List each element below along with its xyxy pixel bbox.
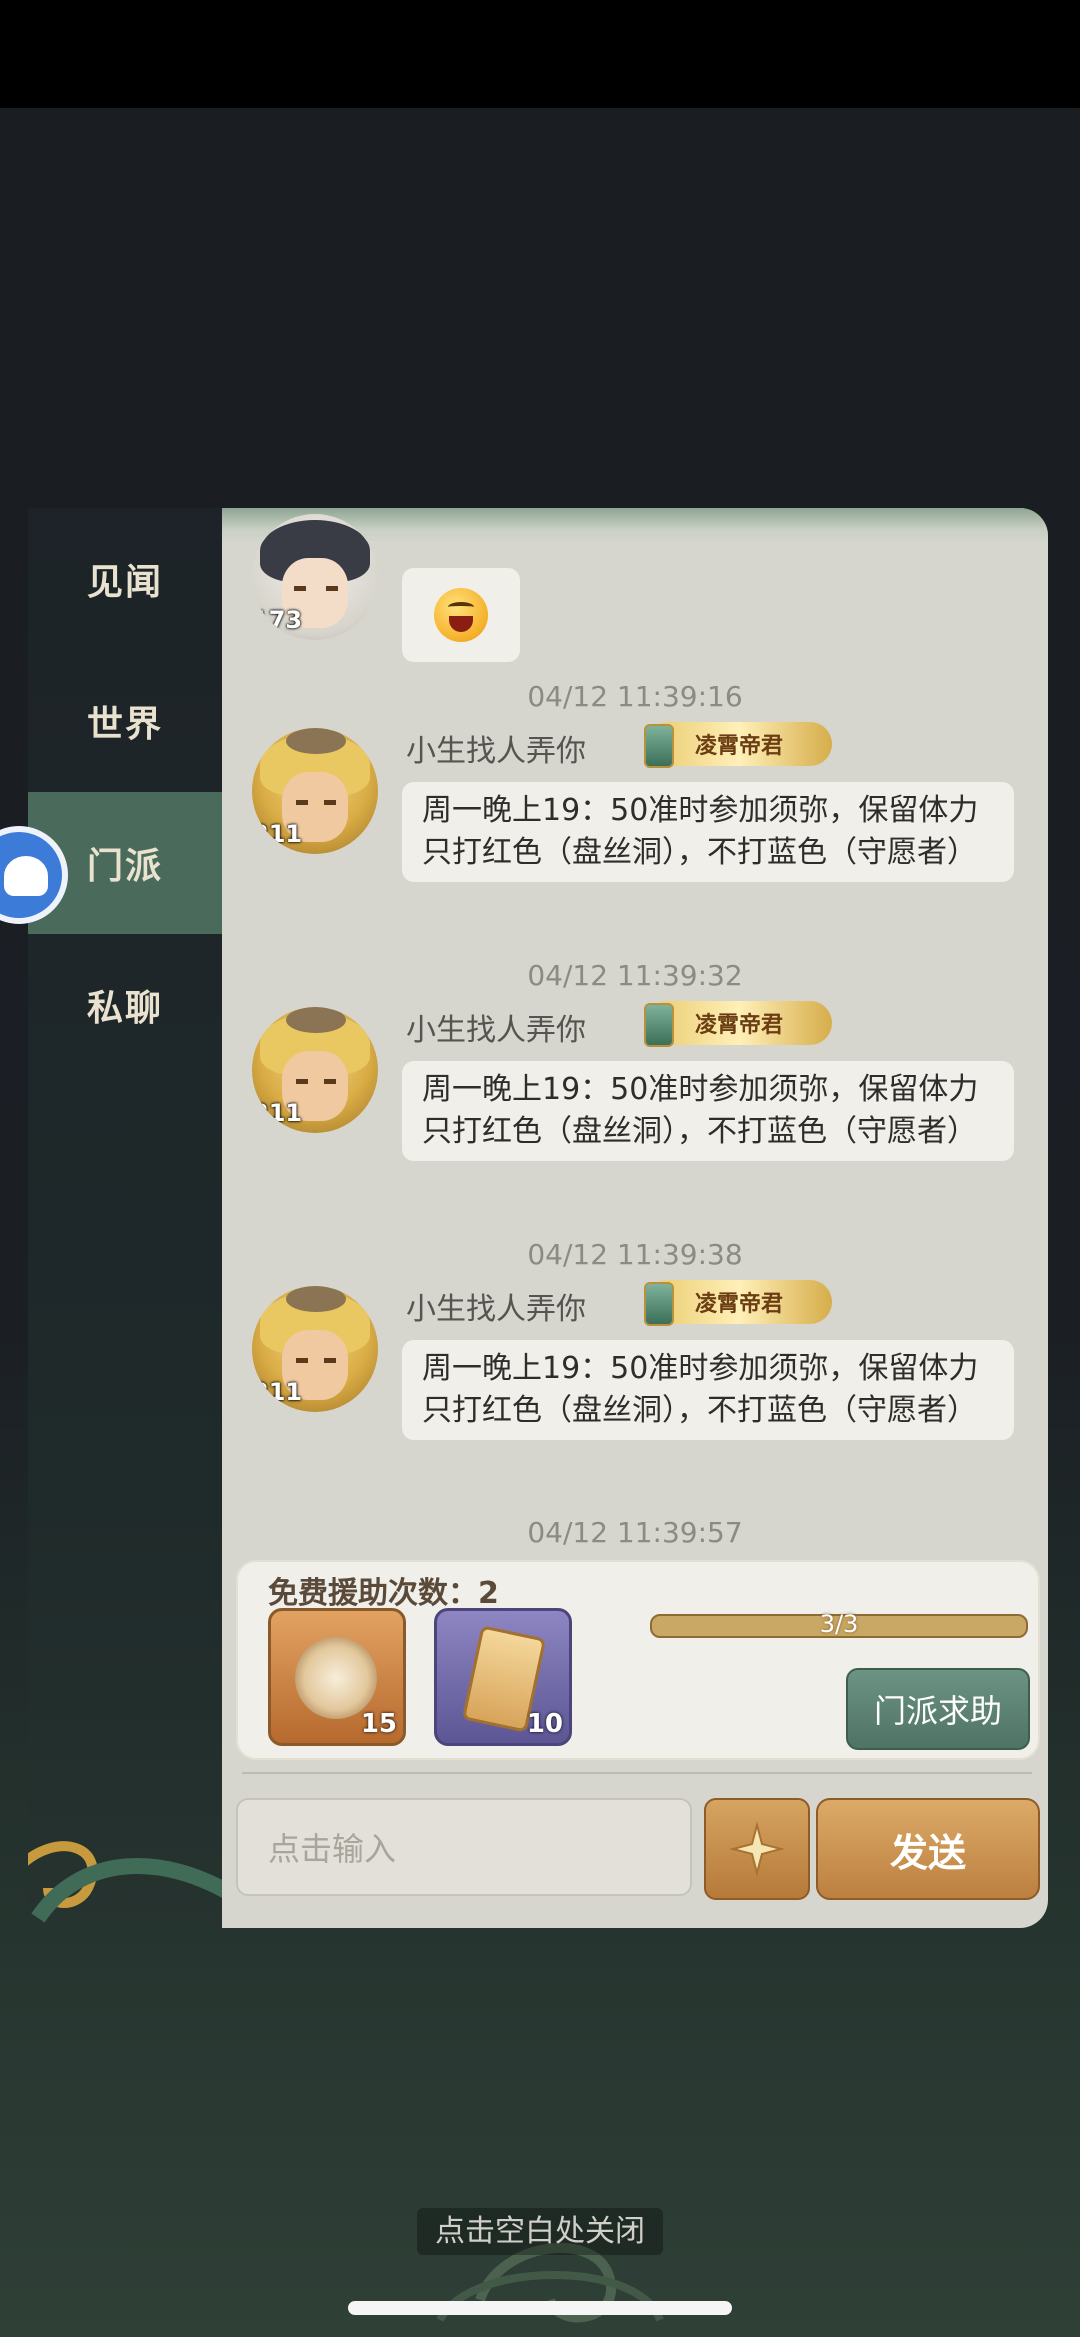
send-button[interactable]: 发送 [816,1798,1040,1900]
level-badge: 173 [252,606,303,634]
wave-decoration [28,1841,238,1923]
avatar[interactable]: 211 [252,1007,378,1133]
username: 小生找人弄你 [406,1292,586,1327]
tab-news[interactable]: 见闻 [28,508,222,650]
sect-help-button[interactable]: 门派求助 [846,1668,1030,1750]
chat-panel: 见闻 世界 门派 私聊 173 04/12 11:39:16 211 小生找人弄… [28,508,1048,1928]
chat-message: 04/12 11:39:32 211 小生找人弄你 凌霄帝君 周一晚上19：50… [222,959,1048,1229]
item-slot-food[interactable]: 15 [268,1608,406,1746]
sparkle-icon [729,1821,785,1877]
food-bowl-icon [295,1637,377,1719]
level-badge: 211 [252,820,303,848]
tab-private[interactable]: 私聊 [28,934,222,1076]
username: 小生找人弄你 [406,734,586,769]
jade-gem-icon [644,1282,674,1326]
timestamp: 04/12 11:39:32 [527,959,743,992]
message-bubble: 周一晚上19：50准时参加须弥，保留体力只打红色（盘丝洞），不打蓝色（守愿者） [402,1340,1014,1440]
ghost-icon [4,856,48,896]
message-bubble: 周一晚上19：50准时参加须弥，保留体力只打红色（盘丝洞），不打蓝色（守愿者） [402,782,1014,882]
chat-message-partial: 173 [222,508,1048,662]
level-badge: 211 [252,1099,303,1127]
progress-text: 3/3 [819,1610,859,1638]
avatar[interactable]: 173 [252,514,378,640]
close-hint-text: 点击空白处关闭 [417,2208,663,2255]
timestamp: 04/12 11:39:16 [527,680,743,713]
chat-message-area[interactable]: 173 04/12 11:39:16 211 小生找人弄你 凌霄帝君 周一晚上1… [222,508,1048,1928]
emoji-button[interactable] [704,1798,810,1900]
close-hint[interactable]: 点击空白处关闭 [0,2206,1080,2255]
channel-sidebar: 见闻 世界 门派 私聊 [28,508,238,1928]
title-badge: 凌霄帝君 [644,1280,832,1326]
free-assist-count: 免费援助次数：2 [268,1576,499,1611]
status-bar-area [0,0,1080,108]
sect-assist-card: 免费援助次数：2 15 10 3/3 门派求助 [236,1560,1040,1760]
message-bubble: 周一晚上19：50准时参加须弥，保留体力只打红色（盘丝洞），不打蓝色（守愿者） [402,1061,1014,1161]
item-count: 10 [526,1709,563,1739]
avatar[interactable]: 211 [252,728,378,854]
chat-input[interactable]: 点击输入 [236,1798,692,1896]
laughing-emoji-icon [434,588,488,642]
chat-message: 04/12 11:39:38 211 小生找人弄你 凌霄帝君 周一晚上19：50… [222,1238,1048,1508]
assist-progress-bar: 3/3 [650,1610,1028,1638]
cloud-swirl-decoration [436,2243,664,2323]
timestamp: 04/12 11:39:57 [527,1516,743,1549]
jade-gem-icon [644,724,674,768]
tab-world[interactable]: 世界 [28,650,222,792]
title-badge: 凌霄帝君 [644,722,832,768]
chat-message: 04/12 11:39:16 211 小生找人弄你 凌霄帝君 周一晚上19：50… [222,680,1048,950]
jade-gem-icon [644,1003,674,1047]
item-slot-scroll[interactable]: 10 [434,1608,572,1746]
title-badge: 凌霄帝君 [644,1001,832,1047]
home-indicator[interactable] [348,2301,732,2315]
avatar[interactable]: 211 [252,1286,378,1412]
timestamp: 04/12 11:39:38 [527,1238,743,1271]
emoji-bubble [402,568,520,662]
level-badge: 211 [252,1378,303,1406]
divider [242,1772,1032,1774]
item-count: 15 [360,1709,397,1739]
username: 小生找人弄你 [406,1013,586,1048]
